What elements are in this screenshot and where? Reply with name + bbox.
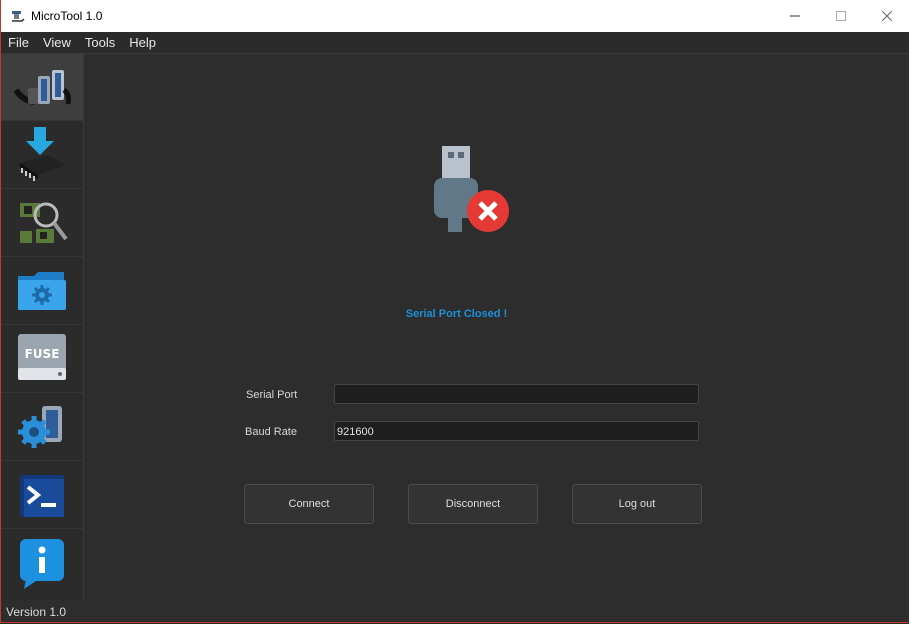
close-button[interactable] xyxy=(864,0,910,32)
serial-cable-icon xyxy=(13,70,71,105)
menu-bar: File View Tools Help xyxy=(1,32,910,54)
baud-rate-input[interactable]: 921600 xyxy=(334,421,699,441)
minimize-icon xyxy=(790,15,800,17)
sidebar-item-serial-connection[interactable] xyxy=(1,54,83,121)
disconnect-button[interactable]: Disconnect xyxy=(408,484,538,524)
maximize-button[interactable] xyxy=(818,0,864,32)
gear-folder-icon xyxy=(18,272,66,310)
menu-help[interactable]: Help xyxy=(122,35,163,50)
terminal-icon xyxy=(20,475,64,517)
sidebar-item-info[interactable] xyxy=(1,530,83,596)
app-logo-icon xyxy=(12,11,25,22)
magnifier-board-icon xyxy=(20,202,68,243)
gear-port-icon xyxy=(18,406,62,448)
logout-button[interactable]: Log out xyxy=(572,484,702,524)
sidebar-item-terminal[interactable] xyxy=(1,462,83,529)
main-panel: Serial Port Closed ! Serial Port Baud Ra… xyxy=(84,54,910,622)
info-icon xyxy=(20,539,64,589)
serial-port-select[interactable] xyxy=(334,384,699,404)
download-chip-icon xyxy=(20,127,66,181)
sidebar-item-fuse[interactable]: FUSE xyxy=(1,326,83,393)
app-window: MicroTool 1.0 File View Tools Help FUSE … xyxy=(0,0,911,623)
version-label: Version 1.0 xyxy=(6,605,67,619)
sidebar-item-inspect-board[interactable] xyxy=(1,190,83,257)
connect-button[interactable]: Connect xyxy=(244,484,374,524)
sidebar-item-port-settings[interactable] xyxy=(1,394,83,461)
maximize-icon xyxy=(836,11,846,21)
connection-status-text: Serial Port Closed ! xyxy=(405,308,508,320)
close-icon xyxy=(882,11,892,21)
fuse-drive-icon: FUSE xyxy=(18,334,66,380)
menu-file[interactable]: File xyxy=(1,35,36,50)
fuse-label: FUSE xyxy=(25,347,60,361)
serial-port-label: Serial Port xyxy=(246,389,298,401)
sidebar-item-download-firmware[interactable] xyxy=(1,122,83,189)
window-title: MicroTool 1.0 xyxy=(31,9,103,23)
sidebar: FUSE xyxy=(1,54,84,600)
menu-tools[interactable]: Tools xyxy=(78,35,122,50)
sidebar-item-settings-folder[interactable] xyxy=(1,258,83,325)
menu-view[interactable]: View xyxy=(36,35,78,50)
baud-rate-label: Baud Rate xyxy=(245,426,297,438)
minimize-button[interactable] xyxy=(772,0,818,32)
usb-disconnected-icon xyxy=(434,146,509,232)
title-bar: MicroTool 1.0 xyxy=(1,0,910,32)
